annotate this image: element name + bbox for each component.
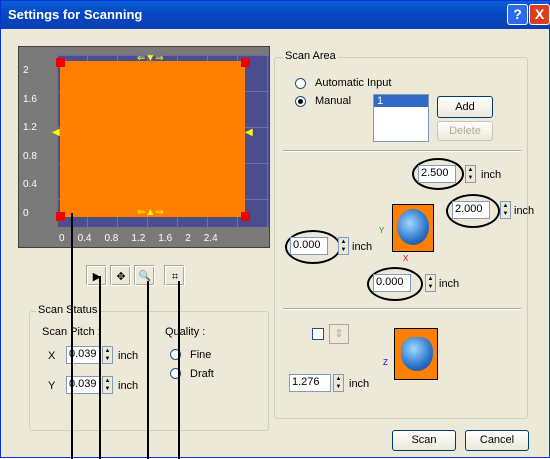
callout-line — [147, 281, 149, 459]
x-tick-label: 2.4 — [203, 233, 218, 244]
corner-handle-bottom-right[interactable] — [241, 212, 250, 221]
close-button[interactable]: X — [529, 4, 550, 25]
pitch-x-label: X — [48, 350, 56, 362]
origin-x-spinner[interactable]: ▲ ▼ — [338, 237, 349, 255]
fit-tool-button[interactable]: ⌗ — [165, 266, 185, 286]
edge-handle-left-icon[interactable]: ◀ — [52, 127, 60, 138]
manual-label: Manual — [315, 95, 352, 107]
preview-canvas[interactable]: ⇐▼⇒ ⇐▲⇒ ◀ ◀ — [52, 53, 269, 227]
callout-line — [178, 281, 180, 459]
scan-area-group: Scan Area Automatic Input Manual 1 Add D… — [274, 50, 534, 419]
object-side-icon — [401, 337, 433, 371]
y-tick-label: 1.2 — [23, 122, 37, 134]
divider — [283, 150, 521, 152]
height-unit: inch — [349, 378, 370, 390]
corner-handle-top-right[interactable] — [241, 58, 250, 67]
pitch-y-unit: inch — [118, 380, 139, 392]
corner-handle-bottom-left[interactable] — [56, 212, 65, 221]
object-top-view — [392, 204, 434, 252]
pitch-x-unit: inch — [118, 350, 139, 362]
preview-frame: ⇐▼⇒ ⇐▲⇒ ◀ ◀ 2 1.6 1.2 0.8 0.4 0 0 0.4 0.… — [18, 46, 270, 248]
origin-y-unit: inch — [439, 278, 460, 290]
height-detect-button[interactable]: ⇕ — [329, 324, 349, 344]
axis-x-label: X — [403, 254, 409, 263]
origin-x-unit: inch — [352, 241, 373, 253]
pitch-y-label: Y — [48, 380, 56, 392]
y-tick-label: 1.6 — [23, 93, 37, 105]
y-tick-label: 0 — [23, 207, 29, 219]
scan-status-group: Scan Status Scan Pitch : Quality : X 0.0… — [29, 304, 269, 431]
x-tick-label: 0 — [59, 233, 65, 244]
quality-fine-label: Fine — [190, 349, 212, 361]
list-item[interactable]: 1 — [374, 95, 428, 107]
manual-radio[interactable] — [295, 96, 306, 107]
automatic-input-label: Automatic Input — [315, 77, 392, 89]
move-icon: ✥ — [116, 271, 126, 283]
cancel-button[interactable]: Cancel — [465, 430, 529, 451]
scan-area-list[interactable]: 1 — [373, 94, 429, 142]
automatic-input-radio[interactable] — [295, 78, 306, 89]
x-tick-label: 0.8 — [104, 233, 119, 244]
quality-label: Quality : — [165, 326, 206, 338]
x-tick-label: 2 — [185, 233, 191, 244]
edge-handle-bottom-icon[interactable]: ⇐▲⇒ — [137, 207, 164, 218]
origin-x-field[interactable]: 0.000 — [290, 237, 328, 255]
y-tick-label: 2 — [23, 65, 29, 76]
axis-y-label: Y — [379, 226, 385, 235]
axis-z-label: Z — [383, 358, 388, 367]
zoom-icon: 🔍 — [138, 271, 152, 282]
tool-bar: ▶ ✥ 🔍 ⌗ — [87, 266, 185, 288]
pitch-y-spinner[interactable]: ▲ ▼ — [102, 376, 113, 394]
zoom-tool-button[interactable]: 🔍 — [135, 266, 155, 286]
quality-draft-label: Draft — [190, 368, 214, 380]
object-side-view — [394, 328, 438, 380]
depth-spinner[interactable]: ▲ ▼ — [500, 201, 511, 219]
scan-button[interactable]: Scan — [392, 430, 456, 451]
x-tick-label: 1.6 — [158, 233, 173, 244]
object-icon — [397, 209, 429, 245]
height-field[interactable]: 1.276 — [289, 374, 331, 392]
window-title: Settings for Scanning — [8, 7, 143, 22]
scan-area-legend: Scan Area — [283, 50, 338, 62]
y-axis-labels: 2 1.6 1.2 0.8 0.4 0 — [23, 57, 53, 229]
scan-status-legend: Scan Status — [36, 304, 100, 316]
height-checkbox[interactable] — [312, 328, 324, 340]
edge-handle-top-icon[interactable]: ⇐▼⇒ — [137, 53, 164, 64]
delete-button: Delete — [437, 121, 493, 141]
x-axis-labels: 0 0.4 0.8 1.2 1.6 2 2.4 — [59, 233, 271, 244]
depth-unit: inch — [514, 205, 535, 217]
add-button[interactable]: Add — [437, 96, 493, 118]
width-unit: inch — [481, 169, 502, 181]
edge-handle-right-icon[interactable]: ◀ — [245, 127, 253, 138]
width-spinner[interactable]: ▲ ▼ — [465, 165, 476, 183]
origin-y-spinner[interactable]: ▲ ▼ — [425, 274, 436, 292]
width-field[interactable]: 2.500 — [418, 165, 456, 183]
y-tick-label: 0.4 — [23, 179, 37, 191]
x-tick-label: 0.4 — [77, 233, 92, 244]
settings-dialog: Settings for Scanning ? X ⇐▼⇒ ⇐▲⇒ ◀ ◀ 2 … — [0, 0, 550, 459]
callout-line — [71, 213, 73, 459]
help-button[interactable]: ? — [507, 4, 528, 25]
y-tick-label: 0.8 — [23, 150, 37, 162]
move-tool-button[interactable]: ✥ — [111, 266, 131, 286]
corner-handle-top-left[interactable] — [56, 58, 65, 67]
scan-area-rect[interactable] — [60, 61, 245, 217]
pointer-tool-button[interactable]: ▶ — [87, 266, 107, 286]
pitch-x-spinner[interactable]: ▲ ▼ — [102, 346, 113, 364]
callout-line — [99, 276, 101, 459]
height-spinner[interactable]: ▲ ▼ — [333, 374, 344, 392]
title-bar: Settings for Scanning ? X — [1, 1, 550, 29]
x-tick-label: 1.2 — [131, 233, 146, 244]
depth-field[interactable]: 2.000 — [452, 201, 490, 219]
divider — [283, 308, 521, 310]
origin-y-field[interactable]: 0.000 — [373, 274, 411, 292]
